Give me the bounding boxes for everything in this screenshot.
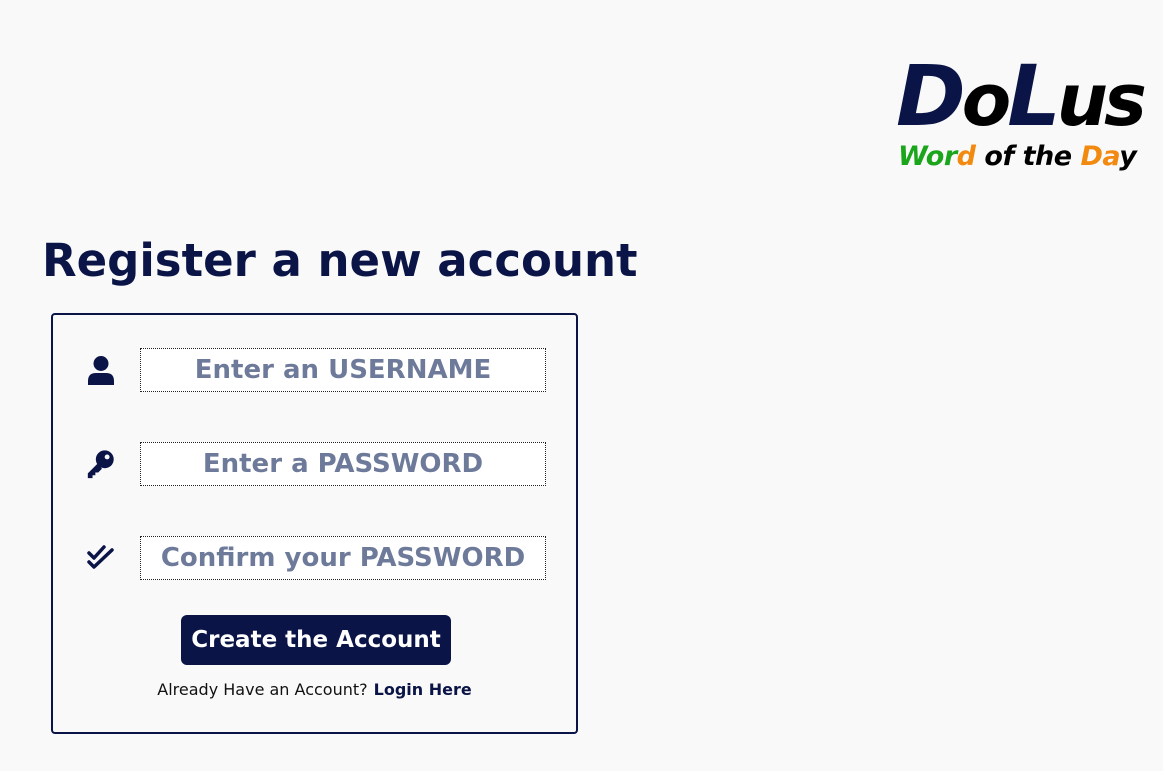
confirm-password-row (53, 536, 576, 580)
tagline-part: Wor (898, 141, 957, 172)
logo-tagline: Word of the Day (898, 140, 1137, 174)
username-row (53, 348, 576, 392)
login-link[interactable]: Login Here (374, 680, 472, 699)
double-check-icon (85, 542, 117, 574)
password-row (53, 442, 576, 486)
tagline-part: of the (975, 141, 1081, 172)
login-prompt-text: Already Have an Account? (157, 680, 368, 699)
user-icon (85, 354, 117, 386)
confirm-password-field[interactable] (140, 536, 546, 580)
tagline-part: d (956, 141, 976, 172)
logo-wordmark: DoLus (896, 47, 1147, 145)
page-title: Register a new account (42, 234, 638, 287)
brand-logo: DoLus Word of the Day (896, 47, 1152, 182)
logo-letter: D (896, 47, 966, 145)
tagline-part: y (1119, 141, 1137, 172)
username-field[interactable] (140, 348, 546, 392)
logo-letter: L (1007, 47, 1060, 145)
register-form: Create the Account Already Have an Accou… (51, 313, 578, 734)
key-icon (85, 448, 117, 480)
logo-letter: us (1056, 58, 1147, 142)
tagline-part: Da (1080, 141, 1120, 172)
logo-letter: o (961, 58, 1012, 142)
login-prompt-line: Already Have an Account? Login Here (53, 679, 576, 701)
password-field[interactable] (140, 442, 546, 486)
create-account-button[interactable]: Create the Account (181, 615, 451, 665)
